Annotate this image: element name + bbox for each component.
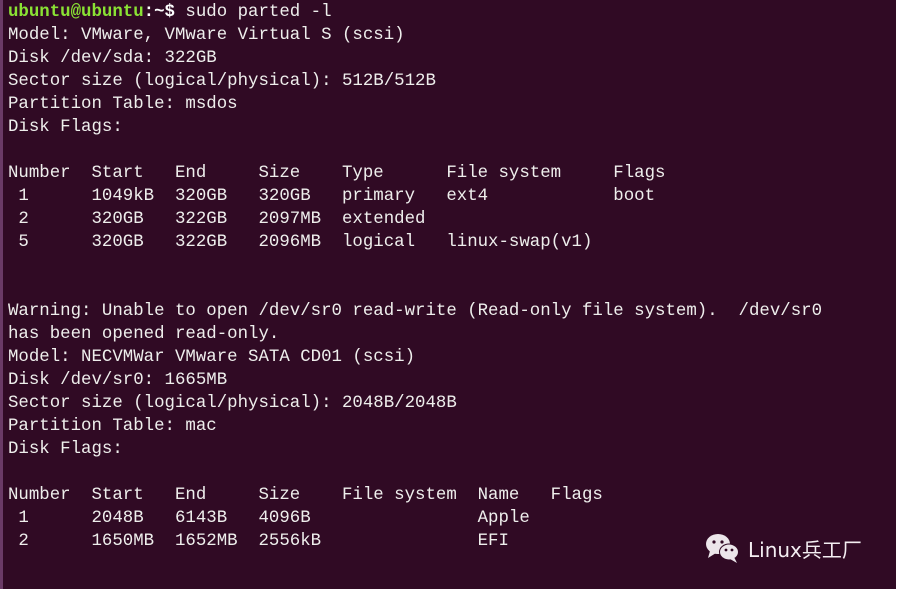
disk2-disk-flags: Disk Flags: <box>8 440 123 459</box>
watermark: Linux兵工厂 <box>704 530 862 566</box>
disk1-model: Model: VMware, VMware Virtual S (scsi) <box>8 26 405 45</box>
command-text: sudo parted -l <box>174 3 332 22</box>
disk1-disk-flags: Disk Flags: <box>8 118 123 137</box>
disk1-disk: Disk /dev/sda: 322GB <box>8 49 217 68</box>
disk1-table-header: Number Start End Size Type File system F… <box>8 164 666 183</box>
prompt-user-host: ubuntu@ubuntu <box>8 3 144 22</box>
command-line: ubuntu@ubuntu:~$ sudo parted -l <box>8 1 896 24</box>
warning-line-1: Warning: Unable to open /dev/sr0 read-wr… <box>8 302 823 321</box>
disk2-partition-table: Partition Table: mac <box>8 417 217 436</box>
disk1-partition-table: Partition Table: msdos <box>8 95 238 114</box>
disk1-sector-size: Sector size (logical/physical): 512B/512… <box>8 72 436 91</box>
disk2-table-header: Number Start End Size File system Name F… <box>8 486 603 505</box>
prompt-path: :~$ <box>143 3 175 22</box>
disk1-table-row: 1 1049kB 320GB 320GB primary ext4 boot <box>8 187 656 206</box>
terminal-window[interactable]: ubuntu@ubuntu:~$ sudo parted -l Model: V… <box>0 0 896 589</box>
disk2-table-row: 1 2048B 6143B 4096B Apple <box>8 509 530 528</box>
disk1-table-row: 2 320GB 322GB 2097MB extended <box>8 210 426 229</box>
watermark-text: Linux兵工厂 <box>748 537 862 562</box>
disk2-model: Model: NECVMWar VMware SATA CD01 (scsi) <box>8 348 416 367</box>
disk2-disk: Disk /dev/sr0: 1665MB <box>8 371 228 390</box>
disk1-table-row: 5 320GB 322GB 2096MB logical linux-swap(… <box>8 233 593 252</box>
disk2-sector-size: Sector size (logical/physical): 2048B/20… <box>8 394 457 413</box>
warning-line-2: has been opened read-only. <box>8 325 280 344</box>
wechat-icon <box>704 531 742 565</box>
